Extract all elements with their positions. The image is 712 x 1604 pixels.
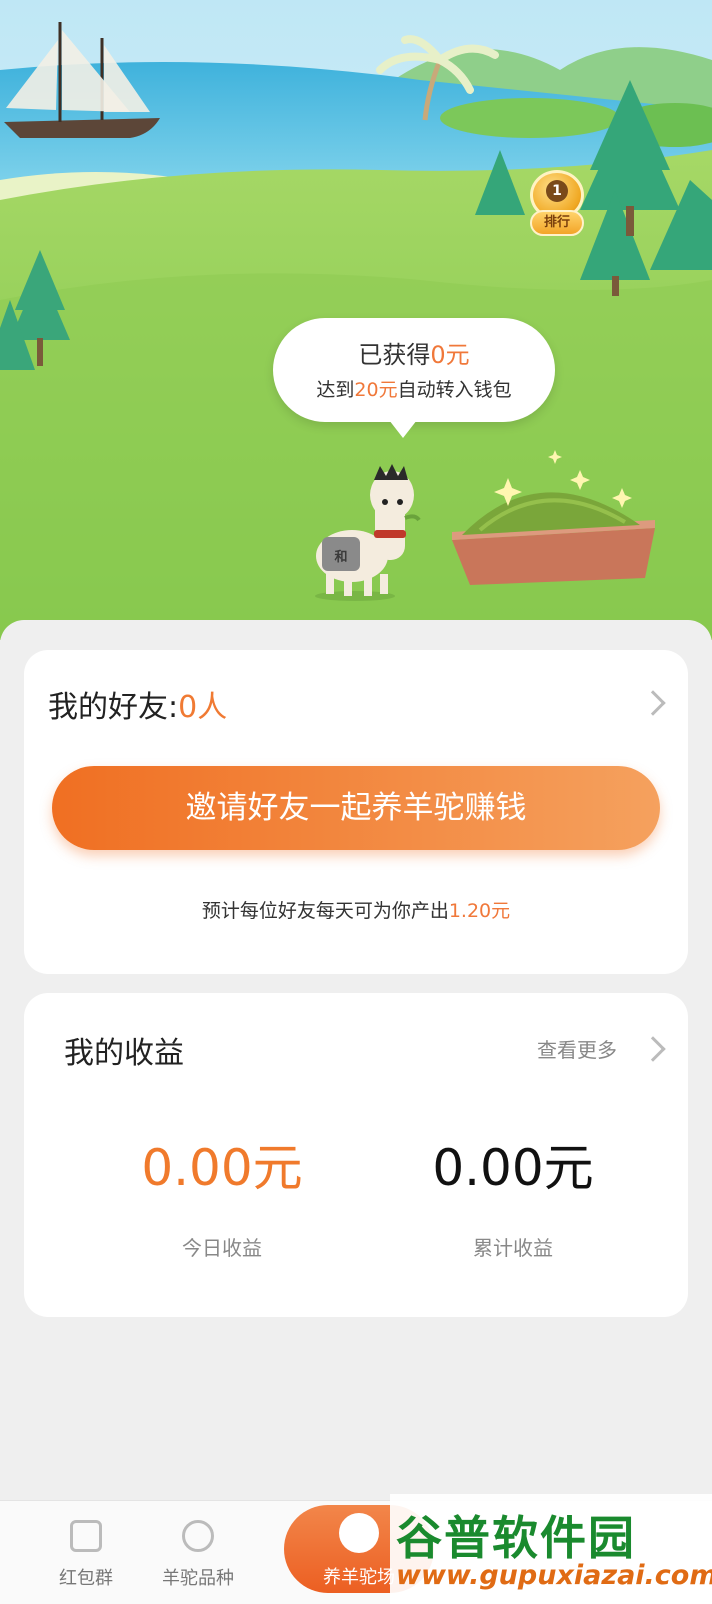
redpacket-icon (70, 1520, 102, 1552)
today-income-label: 今日收益 (182, 1236, 262, 1260)
earned-line: 已获得0元 (273, 340, 555, 370)
site-watermark: 谷普软件园 www.gupuxiazai.com (390, 1494, 712, 1604)
alpaca-face-icon (339, 1513, 379, 1553)
earned-amount: 0元 (430, 341, 470, 369)
friends-title: 我的好友: (48, 690, 179, 725)
friends-count: 0人 (178, 690, 228, 725)
goal-amount: 20元 (354, 379, 398, 401)
goal-suffix: 自动转入钱包 (397, 379, 512, 401)
friends-row[interactable]: 我的好友:0人 (48, 682, 227, 726)
invite-friends-button[interactable]: 邀请好友一起养羊驼赚钱 (52, 766, 660, 850)
hint-amount: 1.20元 (448, 900, 511, 922)
hint-text: 预计每位好友每天可为你产出 (201, 900, 449, 922)
invite-hint: 预计每位好友每天可为你产出1.20元 (0, 896, 712, 923)
farm-scene: 和 1 排行 已获得0元 达到20元自动转入钱包 (0, 0, 712, 640)
saddle-text: 和 (334, 549, 347, 565)
watermark-brand: 谷普软件园 (396, 1511, 636, 1565)
rank-label: 排行 (530, 210, 584, 236)
tab-breeds[interactable]: 羊驼品种 (138, 1520, 258, 1590)
income-title: 我的收益 (64, 1036, 184, 1071)
tab-redpacket-group[interactable]: 红包群 (26, 1520, 146, 1590)
view-more-link[interactable]: 查看更多 (537, 1034, 617, 1063)
rank-number: 1 (546, 180, 568, 202)
tab-breeds-label: 羊驼品种 (162, 1568, 234, 1589)
watermark-site: www.gupuxiazai.com (396, 1560, 712, 1591)
today-income-amount: 0.00元 (141, 1139, 303, 1197)
rank-badge[interactable]: 1 排行 (522, 168, 592, 248)
total-income-amount: 0.00元 (432, 1139, 594, 1197)
breeds-icon (182, 1520, 214, 1552)
tab-redpacket-label: 红包群 (59, 1568, 113, 1589)
total-income-label: 累计收益 (473, 1236, 553, 1260)
goal-prefix: 达到 (316, 379, 355, 401)
earned-prefix: 已获得 (358, 341, 431, 369)
earnings-speech-bubble: 已获得0元 达到20元自动转入钱包 (273, 318, 555, 438)
goal-line: 达到20元自动转入钱包 (273, 378, 555, 402)
